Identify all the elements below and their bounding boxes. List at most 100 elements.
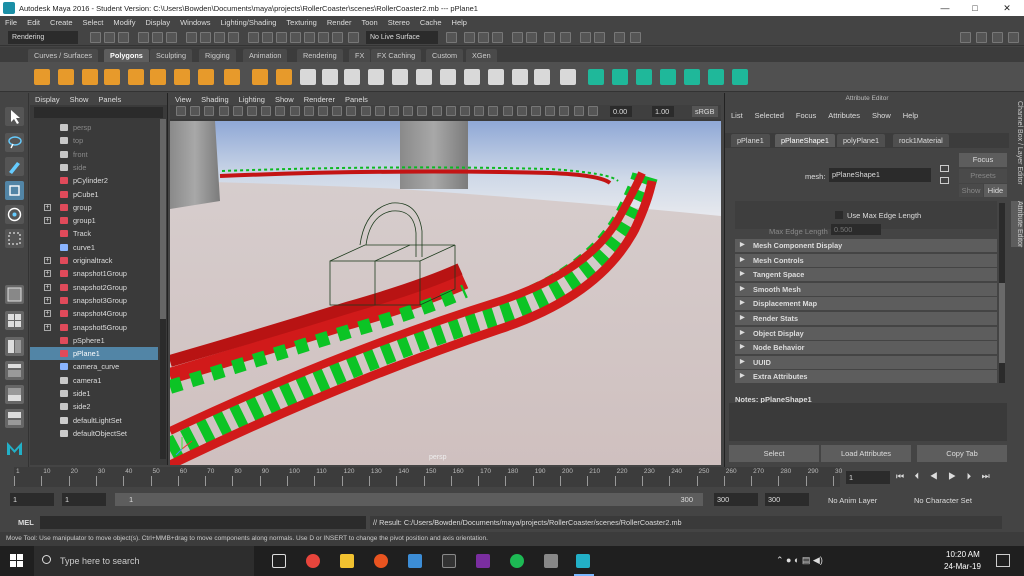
outliner-item[interactable]: curve1 [30, 241, 158, 254]
viewport-tool-icon[interactable] [488, 106, 499, 116]
viewport-tool-icon[interactable] [374, 106, 385, 116]
shelf-tool-icon[interactable] [368, 69, 384, 85]
mel-command-input[interactable] [40, 516, 366, 529]
outliner-menu-panels[interactable]: Panels [93, 95, 126, 104]
viewport-tool-icon[interactable] [460, 106, 470, 116]
file-explorer-icon[interactable] [340, 554, 354, 568]
shelf-tab-custom[interactable]: Custom [426, 49, 464, 62]
statusline-tool-icon[interactable] [90, 32, 101, 43]
statusline-tool-icon[interactable] [228, 32, 239, 43]
section-tangent-space[interactable]: Tangent Space [735, 268, 997, 282]
expand-icon[interactable]: + [44, 283, 51, 291]
anim-layer-dropdown[interactable]: No Anim Layer [828, 496, 877, 505]
viewport-menu-view[interactable]: View [170, 95, 196, 104]
menu-cache[interactable]: Cache [415, 18, 447, 27]
gamma-field[interactable]: 1.00 [652, 106, 674, 117]
shelf-tool-icon[interactable] [732, 69, 748, 85]
viewport-tool-icon[interactable] [289, 106, 300, 116]
outliner-item[interactable]: + snapshot1Group [30, 267, 158, 280]
menu-display[interactable]: Display [141, 18, 176, 27]
menu-toon[interactable]: Toon [356, 18, 382, 27]
layout-outliner-icon[interactable] [5, 361, 24, 380]
shelf-tool-icon[interactable] [392, 69, 408, 85]
move-tool-icon[interactable] [5, 181, 24, 200]
statusline-tool-icon[interactable] [992, 32, 1003, 43]
viewport-tool-icon[interactable] [318, 106, 328, 116]
colorspace-dropdown[interactable]: sRGB [692, 106, 718, 117]
shelf-tool-icon[interactable] [588, 69, 604, 85]
clock-date[interactable]: 24-Mar-19 [944, 562, 981, 571]
layout-two-icon[interactable] [5, 337, 24, 356]
viewport-tool-icon[interactable] [431, 106, 442, 116]
outliner-item[interactable]: + group1 [30, 214, 158, 227]
viewport-tool-icon[interactable] [360, 106, 371, 116]
section-mesh-component-display[interactable]: Mesh Component Display [735, 239, 997, 252]
terminal-icon[interactable] [442, 554, 456, 568]
outliner-item[interactable]: + group [30, 201, 158, 214]
expand-icon[interactable]: + [44, 217, 51, 225]
viewport-tool-icon[interactable] [247, 106, 257, 116]
menu-select[interactable]: Select [78, 18, 109, 27]
animation-start-field[interactable]: 1 [10, 493, 54, 506]
attr-menu-show[interactable]: Show [866, 111, 897, 123]
time-slider[interactable]: 1 10 20 30 40 50 60 70 80 90 100 110 120 130 140 150 160… [0, 467, 1024, 487]
statusline-tool-icon[interactable] [464, 32, 475, 43]
viewport-menu-renderer[interactable]: Renderer [299, 95, 340, 104]
outliner-scrollbar[interactable] [160, 119, 166, 459]
menu-windows[interactable]: Windows [175, 18, 215, 27]
outliner-item[interactable]: Track [30, 227, 158, 240]
statusline-tool-icon[interactable] [560, 32, 571, 43]
viewport-menu-show[interactable]: Show [270, 95, 299, 104]
outliner-item[interactable]: + snapshot4Group [30, 307, 158, 320]
viewport-tool-icon[interactable] [587, 106, 598, 116]
taskbar-search-box[interactable]: Type here to search [34, 546, 254, 576]
statusline-tool-icon[interactable] [544, 32, 555, 43]
viewport-tool-icon[interactable] [275, 106, 286, 116]
notifications-icon[interactable] [996, 554, 1010, 567]
chrome-icon[interactable] [306, 554, 320, 568]
shelf-tool-icon[interactable] [440, 69, 456, 85]
outliner-item[interactable]: camera_curve [30, 360, 158, 373]
playback-start-field[interactable]: 1 [62, 493, 106, 506]
shelf-tab-animation[interactable]: Animation [243, 49, 288, 62]
animation-end-field[interactable]: 300 [765, 493, 809, 506]
shelf-tool-icon[interactable] [276, 69, 292, 85]
shelf-tool-icon[interactable] [174, 69, 190, 85]
viewport-tool-icon[interactable] [332, 106, 343, 116]
menu-create[interactable]: Create [45, 18, 78, 27]
shelf-tool-icon[interactable] [612, 69, 628, 85]
outliner-item[interactable]: camera1 [30, 374, 158, 387]
menuset-dropdown[interactable]: Rendering [8, 31, 78, 44]
statusline-tool-icon[interactable] [492, 32, 503, 43]
section-mesh-controls[interactable]: Mesh Controls [735, 253, 997, 267]
playback-controls[interactable]: ⏮ ⏴ ◀ ▶ ⏵ ⏭ [896, 471, 1016, 484]
shelf-tool-icon[interactable] [82, 69, 98, 85]
statusline-tool-icon[interactable] [348, 32, 359, 43]
statusline-tool-icon[interactable] [594, 32, 605, 43]
statusline-tool-icon[interactable] [276, 32, 287, 43]
outliner-item[interactable]: + snapshot3Group [30, 294, 158, 307]
viewport-tool-icon[interactable] [573, 106, 584, 116]
outliner-item[interactable]: pCylinder2 [30, 174, 158, 187]
task-view-icon[interactable] [272, 554, 286, 568]
menu-edit[interactable]: Edit [22, 18, 45, 27]
focus-icon[interactable] [940, 165, 949, 172]
outliner-item[interactable]: defaultLightSet [30, 414, 158, 427]
outliner-item[interactable]: + snapshot2Group [30, 281, 158, 294]
statusline-tool-icon[interactable] [152, 32, 163, 43]
shelf-tab-rendering[interactable]: Rendering [297, 49, 343, 62]
attr-menu-focus[interactable]: Focus [790, 111, 822, 123]
close-button[interactable]: ✕ [992, 0, 1022, 16]
hide-button[interactable]: Hide [984, 184, 1007, 197]
shelf-tool-icon[interactable] [534, 69, 550, 85]
shelf-tool-icon[interactable] [300, 69, 316, 85]
outliner-menu-display[interactable]: Display [30, 95, 65, 104]
shelf-tool-icon[interactable] [104, 69, 120, 85]
section-render-stats[interactable]: Render Stats [735, 312, 997, 325]
expand-icon[interactable]: + [44, 323, 51, 331]
expand-icon[interactable]: + [44, 310, 51, 318]
section-uuid[interactable]: UUID [735, 355, 997, 369]
onenote-icon[interactable] [476, 554, 490, 568]
outliner-item[interactable]: defaultObjectSet [30, 427, 158, 440]
viewport-tool-icon[interactable] [346, 106, 357, 116]
